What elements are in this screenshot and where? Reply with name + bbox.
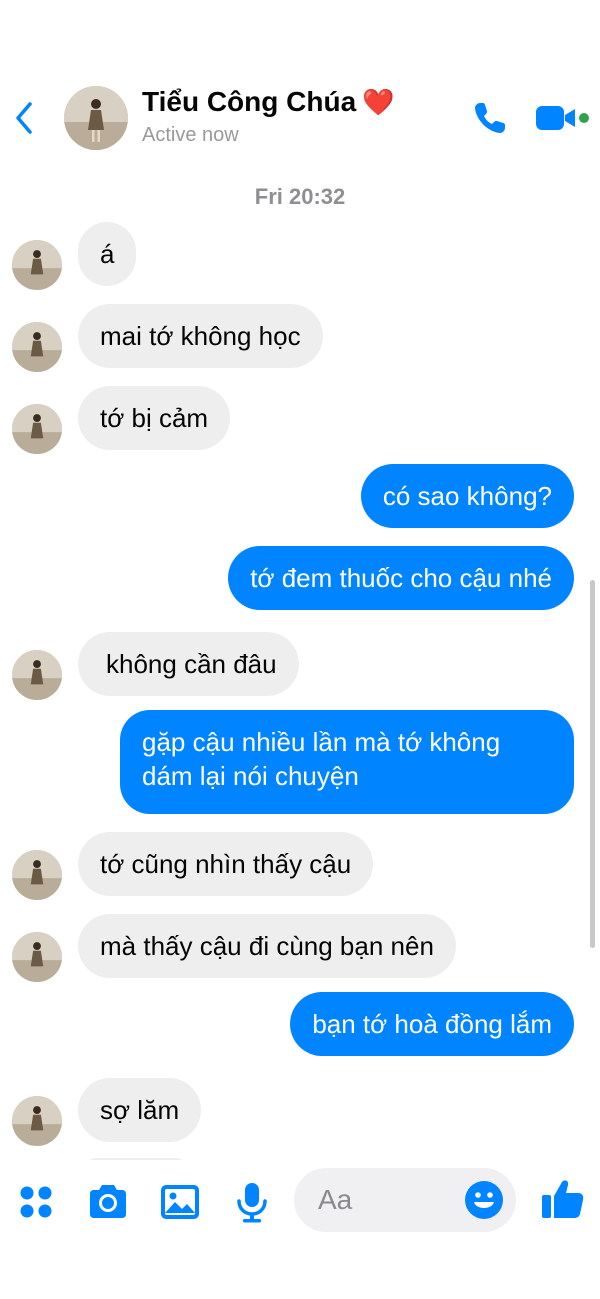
four-dots-icon	[20, 1186, 52, 1218]
incoming-message[interactable]: mai tớ không học	[78, 304, 323, 368]
video-call-button[interactable]	[534, 100, 592, 136]
camera-button[interactable]	[86, 1180, 130, 1224]
smiley-icon	[465, 1181, 503, 1219]
scrollbar[interactable]	[590, 580, 595, 948]
sender-avatar[interactable]	[12, 1096, 62, 1146]
active-status: Active now	[142, 124, 239, 146]
sender-avatar[interactable]	[12, 240, 62, 290]
contact-avatar[interactable]	[64, 86, 128, 150]
sender-avatar[interactable]	[12, 932, 62, 982]
video-camera-icon	[536, 106, 589, 130]
outgoing-message[interactable]: tớ đem thuốc cho cậu nhé	[228, 546, 574, 610]
outgoing-message[interactable]: gặp cậu nhiều lần mà tớ không dám lại nó…	[120, 710, 574, 814]
camera-icon	[90, 1185, 126, 1218]
heart-icon: ❤️	[362, 87, 395, 117]
contact-name[interactable]: Tiểu Công Chúa ❤️	[142, 86, 395, 118]
outgoing-message[interactable]: có sao không?	[360, 464, 574, 528]
sender-avatar[interactable]	[12, 850, 62, 900]
microphone-icon	[237, 1183, 267, 1223]
voice-call-button[interactable]	[470, 98, 510, 138]
outgoing-message[interactable]: bạn tớ hoà đồng lắm	[290, 992, 574, 1056]
incoming-message[interactable]: tớ bị cảm	[78, 386, 231, 450]
composer-bar: Aa	[0, 1160, 600, 1299]
avatar-photo	[64, 86, 128, 150]
back-button[interactable]	[10, 98, 40, 138]
voice-message-button[interactable]	[230, 1180, 274, 1224]
message-input[interactable]: Aa	[294, 1168, 516, 1232]
incoming-message[interactable]: sợ lăm	[78, 1078, 202, 1142]
sender-avatar[interactable]	[12, 322, 62, 372]
thumbs-up-icon	[542, 1180, 584, 1218]
phone-icon	[475, 103, 505, 133]
more-actions-button[interactable]	[14, 1180, 58, 1224]
sender-avatar[interactable]	[12, 650, 62, 700]
message-input-placeholder: Aa	[318, 1184, 353, 1215]
sender-avatar[interactable]	[12, 404, 62, 454]
incoming-message[interactable]: á	[78, 222, 137, 286]
like-button[interactable]	[540, 1176, 586, 1222]
incoming-message[interactable]: tớ cũng nhìn thấy cậu	[78, 832, 374, 896]
message-timestamp: Fri 20:32	[254, 184, 346, 209]
chevron-left-icon	[16, 102, 32, 134]
incoming-message[interactable]: không cần đâu	[78, 632, 299, 696]
emoji-button[interactable]	[464, 1180, 504, 1220]
conversation-header: Tiểu Công Chúa ❤️ Active now	[0, 0, 600, 170]
image-icon	[161, 1185, 199, 1219]
gallery-button[interactable]	[158, 1180, 202, 1224]
incoming-message[interactable]: mà thấy cậu đi cùng bạn nên	[78, 914, 456, 978]
contact-name-text: Tiểu Công Chúa	[142, 86, 357, 117]
